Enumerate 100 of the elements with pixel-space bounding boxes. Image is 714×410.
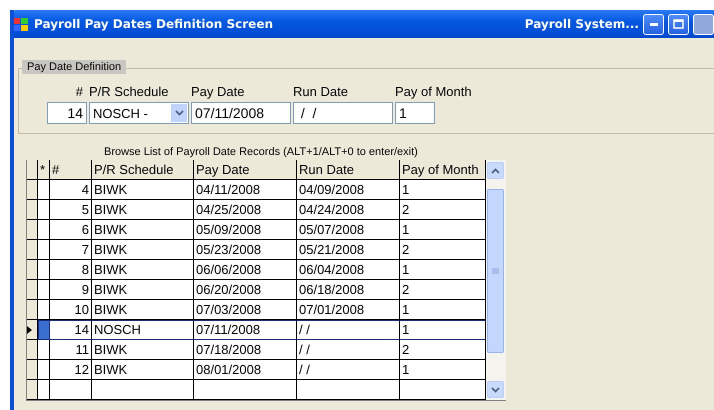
chevron-down-icon (174, 110, 184, 116)
scroll-up-button[interactable] (487, 162, 504, 179)
window-title: Payroll Pay Dates Definition Screen (34, 17, 274, 31)
row-indicator[interactable] (27, 340, 38, 360)
field-label: Pay Date (191, 84, 244, 100)
column-header: * (38, 160, 50, 180)
table-cell: 1 (400, 220, 486, 240)
input-field[interactable]: 1 (395, 102, 435, 124)
row-selector[interactable] (38, 220, 50, 240)
row-indicator[interactable] (27, 300, 38, 320)
column-header[interactable]: # (50, 160, 92, 180)
table-cell: BIWK (92, 220, 194, 240)
table-cell: 06/20/2008 (194, 280, 297, 300)
table-cell: NOSCH (92, 320, 194, 340)
row-selector[interactable] (38, 260, 50, 280)
grid-caption: Browse List of Payroll Date Records (ALT+1/ALT+0 to enter/exit) (104, 146, 419, 158)
column-header[interactable]: Pay Date (194, 160, 297, 180)
grip-icon (492, 268, 499, 274)
table-cell: 06/06/2008 (194, 260, 297, 280)
table-cell: BIWK (92, 300, 194, 320)
field-label: Run Date (293, 84, 348, 100)
table-cell: 1 (400, 180, 486, 200)
row-selector[interactable] (38, 360, 50, 380)
table-cell: 05/23/2008 (194, 240, 297, 260)
minimize-icon (650, 22, 658, 26)
table-cell: BIWK (92, 180, 194, 200)
table-cell: BIWK (92, 280, 194, 300)
minimize-button[interactable] (643, 14, 664, 34)
table-cell: 14 (50, 320, 92, 340)
table-cell: 08/01/2008 (194, 360, 297, 380)
scroll-thumb[interactable] (487, 189, 504, 353)
table-cell (50, 380, 92, 400)
field-label: Pay of Month (395, 84, 472, 100)
group-legend: Pay Date Definition (22, 60, 126, 74)
row-selector[interactable] (38, 180, 50, 200)
table-cell: 11 (50, 340, 92, 360)
table-cell: 1 (400, 320, 486, 340)
table-cell: 07/01/2008 (297, 300, 400, 320)
table-cell: 06/04/2008 (297, 260, 400, 280)
input-field[interactable]: / / (293, 102, 393, 124)
table-cell: 04/09/2008 (297, 180, 400, 200)
table-cell: BIWK (92, 360, 194, 380)
row-indicator[interactable] (27, 220, 38, 240)
table-cell: 04/11/2008 (194, 180, 297, 200)
chevron-up-icon (491, 168, 500, 174)
table-cell: 05/07/2008 (297, 220, 400, 240)
row-selector[interactable] (38, 200, 50, 220)
table-cell: 4 (50, 180, 92, 200)
table-cell: BIWK (92, 260, 194, 280)
table-cell: 05/09/2008 (194, 220, 297, 240)
field-label: # (76, 84, 83, 100)
table-cell: 1 (400, 300, 486, 320)
table-cell: 2 (400, 340, 486, 360)
header-corner (27, 160, 38, 180)
table-cell: 07/18/2008 (194, 340, 297, 360)
row-indicator[interactable] (27, 200, 38, 220)
column-header[interactable]: Run Date (297, 160, 400, 180)
input-field[interactable]: 07/11/2008 (191, 102, 291, 124)
row-selector[interactable] (38, 300, 50, 320)
dropdown-button[interactable] (171, 104, 187, 122)
row-indicator[interactable] (27, 180, 38, 200)
input-field[interactable]: 14 (47, 102, 87, 124)
table-cell: 8 (50, 260, 92, 280)
row-indicator[interactable] (27, 240, 38, 260)
schedule-dropdown[interactable]: NOSCH - (89, 102, 189, 124)
table-cell: 07/03/2008 (194, 300, 297, 320)
table-cell: BIWK (92, 240, 194, 260)
field-label: P/R Schedule (89, 84, 168, 100)
table-cell: 2 (400, 280, 486, 300)
table-cell: 10 (50, 300, 92, 320)
row-indicator[interactable] (27, 360, 38, 380)
table-cell: 12 (50, 360, 92, 380)
table-cell: 1 (400, 360, 486, 380)
table-cell: / / (297, 320, 400, 340)
row-selector[interactable] (38, 340, 50, 360)
table-cell: 2 (400, 200, 486, 220)
table-cell: / / (297, 360, 400, 380)
row-indicator[interactable] (27, 380, 38, 400)
table-cell: BIWK (92, 200, 194, 220)
close-button[interactable] (693, 14, 714, 34)
column-header[interactable]: P/R Schedule (92, 160, 194, 180)
table-cell: 7 (50, 240, 92, 260)
row-selector[interactable] (38, 240, 50, 260)
table-cell: 04/25/2008 (194, 200, 297, 220)
column-header[interactable]: Pay of Month (400, 160, 486, 180)
row-indicator[interactable] (27, 280, 38, 300)
row-indicator[interactable] (27, 320, 38, 340)
app-title: Payroll System... (524, 17, 639, 31)
table-cell: 05/21/2008 (297, 240, 400, 260)
scroll-down-button[interactable] (487, 381, 504, 398)
table-cell: 5 (50, 200, 92, 220)
maximize-icon (673, 19, 684, 29)
maximize-button[interactable] (668, 14, 689, 34)
row-selector[interactable] (38, 380, 50, 400)
table-cell: 1 (400, 260, 486, 280)
row-indicator[interactable] (27, 260, 38, 280)
table-cell: 06/18/2008 (297, 280, 400, 300)
table-cell: BIWK (92, 340, 194, 360)
row-selector[interactable] (38, 280, 50, 300)
table-cell: 04/24/2008 (297, 200, 400, 220)
